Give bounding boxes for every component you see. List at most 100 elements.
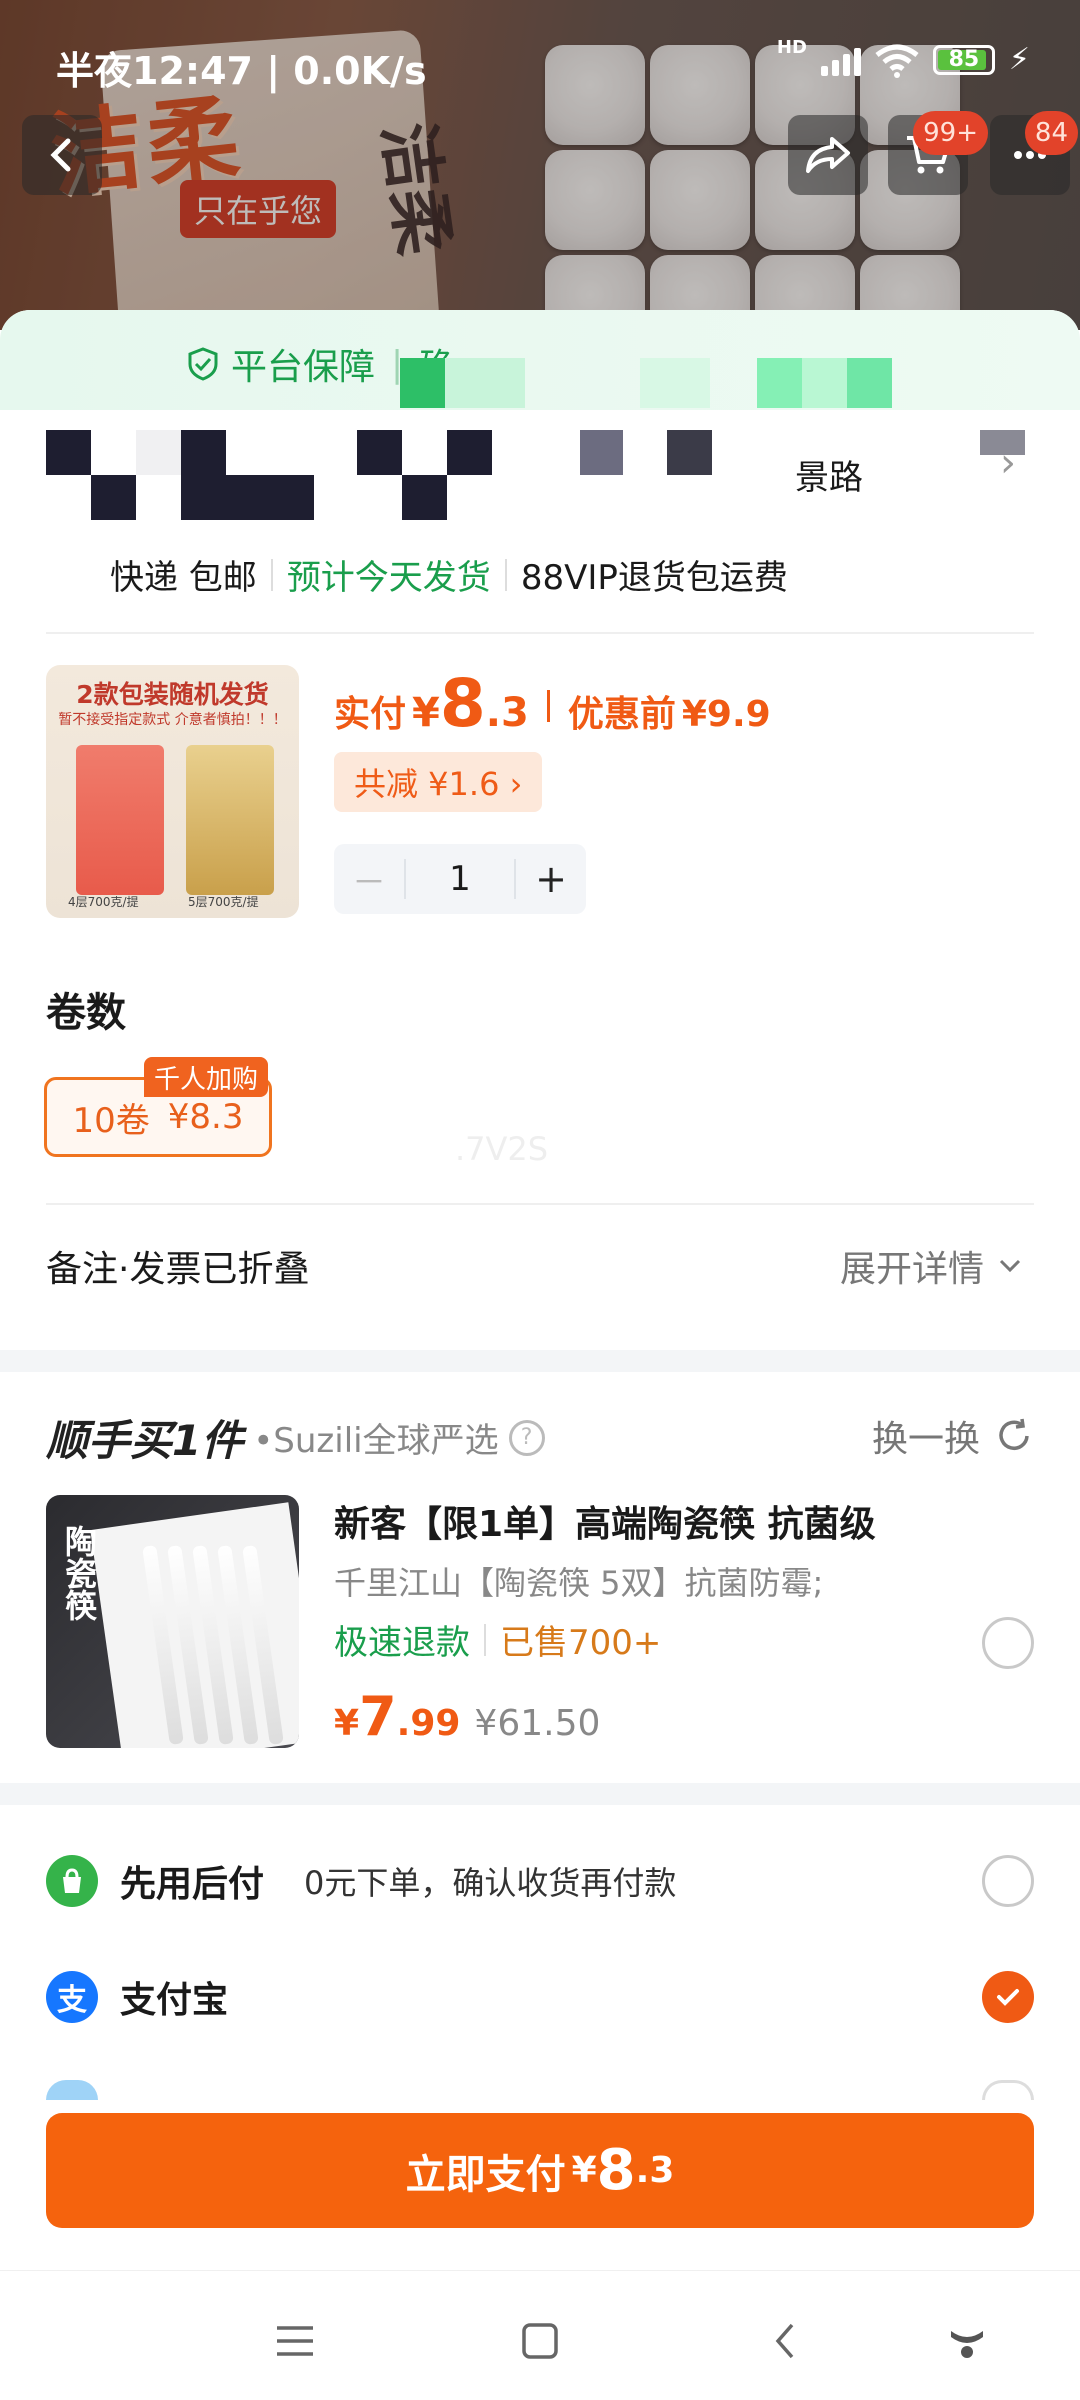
price-line: 实付 ¥ 8 .3 优惠前 ¥9.9: [334, 665, 771, 742]
nav-back-button[interactable]: [755, 2311, 815, 2371]
watermark: .7V2S: [455, 1130, 549, 1168]
price-label: 实付: [334, 694, 407, 735]
pay-later-note: 0元下单，确认收货再付款: [304, 1864, 677, 1902]
before-label: 优惠前: [567, 694, 676, 735]
status-bar: 半夜12:47 | 0.0K/s HD 85 ⚡: [0, 0, 1080, 120]
pay-now-integer: 8: [596, 2138, 636, 2203]
add-on-shop: •Suzili全球严选: [253, 1421, 499, 1461]
back-button[interactable]: [22, 115, 102, 195]
shipping-address[interactable]: 景路 ›: [0, 430, 1080, 550]
alipay-name: 支付宝: [120, 1980, 229, 2021]
refresh-icon: [999, 1418, 1029, 1450]
cart-badge: 99+: [913, 111, 988, 155]
ship-estimate: 预计今天发货: [286, 558, 491, 598]
quantity-stepper: － 1 +: [334, 844, 586, 914]
alipay-radio[interactable]: [982, 1971, 1034, 2023]
charging-icon: ⚡: [1008, 42, 1030, 77]
quantity-minus-button[interactable]: －: [334, 855, 404, 904]
swap-button[interactable]: 换一换: [872, 1410, 1034, 1462]
wifi-icon: [875, 43, 919, 78]
price-currency: ¥: [412, 690, 440, 736]
pixelated-block: [847, 358, 892, 408]
cart-button[interactable]: 99+: [888, 111, 988, 195]
discount-tag[interactable]: 共减 ¥1.6 ›: [334, 752, 543, 812]
product-image-label-right: 5层700克/提: [188, 895, 259, 909]
product-image-sub: 暂不接受指定款式 介意者慎拍！！！: [58, 712, 287, 728]
shopping-bag-icon: [46, 1855, 98, 1907]
add-on-select-radio[interactable]: [982, 1617, 1034, 1669]
platform-guarantee-bar[interactable]: 平台保障 | 确...: [0, 310, 1080, 410]
pay-now-label: 立即支付: [405, 2151, 566, 2198]
section-gap: [0, 1783, 1080, 1805]
add-on-original-price: ¥61.50: [474, 1703, 601, 1744]
product-image[interactable]: 2款包装随机发货 暂不接受指定款式 介意者慎拍！！！ 4层700克/提 5层70…: [46, 665, 299, 918]
price-decimal: .3: [485, 690, 529, 736]
add-on-price: ¥7.99 ¥61.50: [334, 1685, 600, 1748]
alipay-icon: 支: [46, 1971, 98, 2023]
section-gap: [0, 1350, 1080, 1372]
pay-later-option[interactable]: 先用后付 0元下单，确认收货再付款: [46, 1855, 676, 1907]
add-on-price-decimal: .99: [396, 1703, 461, 1744]
add-on-header: 顺手买1件 •Suzili全球严选 ?: [46, 1407, 545, 1468]
address-text: 景路: [795, 458, 863, 498]
spec-title: 卷数: [46, 990, 126, 1036]
assistant-button[interactable]: [937, 2311, 997, 2371]
pixelated-block: [400, 358, 445, 408]
help-icon[interactable]: ?: [508, 1419, 545, 1456]
pixelated-block: [802, 358, 847, 408]
divider: [46, 632, 1034, 634]
expand-label: 展开详情: [839, 1249, 984, 1290]
product-image-headline: 2款包装随机发货: [76, 680, 269, 709]
chevron-left-icon: [50, 138, 71, 172]
express-label: 快递 包邮: [110, 558, 257, 598]
add-on-title: 顺手买1件: [46, 1416, 244, 1465]
pixelated-block: [640, 358, 710, 408]
add-on-desc: 千里江山【陶瓷筷 5双】抗菌防霉;: [334, 1564, 824, 1602]
delivery-info: 快递 包邮 预计今天发货 88VIP退货包运费: [110, 550, 788, 599]
system-nav-bar: [0, 2270, 1080, 2400]
add-on-name[interactable]: 新客【限1单】高端陶瓷筷 抗菌级: [334, 1495, 876, 1547]
vip-return-label: 88VIP退货包运费: [520, 558, 788, 598]
remark-label: 备注·发票已折叠: [46, 1249, 310, 1290]
pixelated-block: [757, 358, 802, 408]
home-button[interactable]: [510, 2311, 570, 2371]
add-on-price-integer: 7: [359, 1685, 397, 1748]
pay-later-name: 先用后付: [120, 1864, 265, 1905]
battery-icon: 85: [932, 44, 995, 75]
alipay-option[interactable]: 支 支付宝: [46, 1971, 228, 2023]
message-badge: 84: [1024, 111, 1078, 155]
add-on-product-image[interactable]: 陶瓷筷: [46, 1495, 299, 1748]
check-icon: [997, 1989, 1019, 2006]
quantity-value[interactable]: 1: [404, 859, 516, 899]
pixelated-block: [445, 358, 525, 408]
share-button[interactable]: [788, 115, 868, 195]
menu-button[interactable]: [265, 2311, 325, 2371]
menu-icon: [277, 2326, 313, 2356]
share-icon: [806, 137, 850, 173]
assistant-icon: [951, 2331, 983, 2358]
order-sheet: 平台保障 | 确... 景路 › 快递 包邮 预计今天发货 88VIP退货包运费: [0, 310, 1080, 2400]
spec-option-name: 10卷: [72, 1100, 150, 1141]
sold-count: 已售700+: [500, 1623, 662, 1663]
expand-details-button[interactable]: 展开详情: [840, 1240, 1024, 1292]
message-button[interactable]: 84: [990, 111, 1078, 195]
quantity-plus-button[interactable]: +: [516, 857, 586, 901]
chevron-right-icon: ›: [1000, 440, 1016, 486]
pay-now-decimal: .3: [635, 2150, 675, 2191]
divider: [46, 1203, 1034, 1205]
shield-check-icon: [188, 347, 218, 381]
partial-radio: [982, 2080, 1034, 2100]
pay-later-radio[interactable]: [982, 1855, 1034, 1907]
guarantee-label: 平台保障: [231, 347, 376, 388]
pay-now-currency: ¥: [571, 2150, 597, 2191]
signal-icon: [820, 44, 861, 76]
pay-now-button[interactable]: 立即支付 ¥ 8 .3: [46, 2113, 1034, 2228]
add-on-image-tag: 陶瓷筷: [60, 1525, 98, 1621]
partial-payment-icon: [46, 2080, 98, 2100]
fast-refund-tag: 极速退款: [334, 1623, 470, 1663]
battery-level: 85: [948, 47, 980, 72]
chevron-down-icon: [999, 1259, 1021, 1273]
back-icon: [775, 2323, 794, 2359]
add-on-tags: 极速退款 已售700+: [334, 1615, 661, 1664]
add-on-price-currency: ¥: [334, 1703, 360, 1744]
